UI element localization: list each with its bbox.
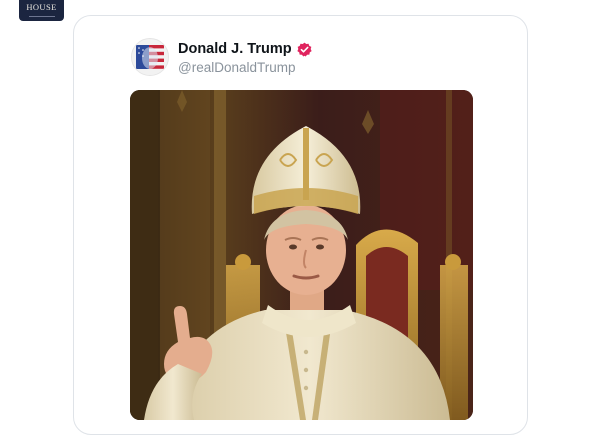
- post-image[interactable]: [130, 90, 473, 420]
- author-name[interactable]: Donald J. Trump: [178, 41, 292, 57]
- author-handle[interactable]: @realDonaldTrump: [178, 60, 296, 75]
- avatar-flag-portrait-icon: [132, 39, 168, 75]
- pope-portrait-illustration: [130, 90, 473, 420]
- verified-badge-icon: [296, 42, 312, 56]
- post-card[interactable]: Donald J. Trump @realDonaldTrump: [73, 15, 528, 435]
- logo-text: HOUSE: [26, 2, 57, 12]
- logo-rule: [28, 15, 55, 17]
- avatar[interactable]: [131, 38, 169, 76]
- white-house-logo[interactable]: HOUSE: [19, 0, 64, 21]
- author-row: Donald J. Trump: [178, 41, 312, 57]
